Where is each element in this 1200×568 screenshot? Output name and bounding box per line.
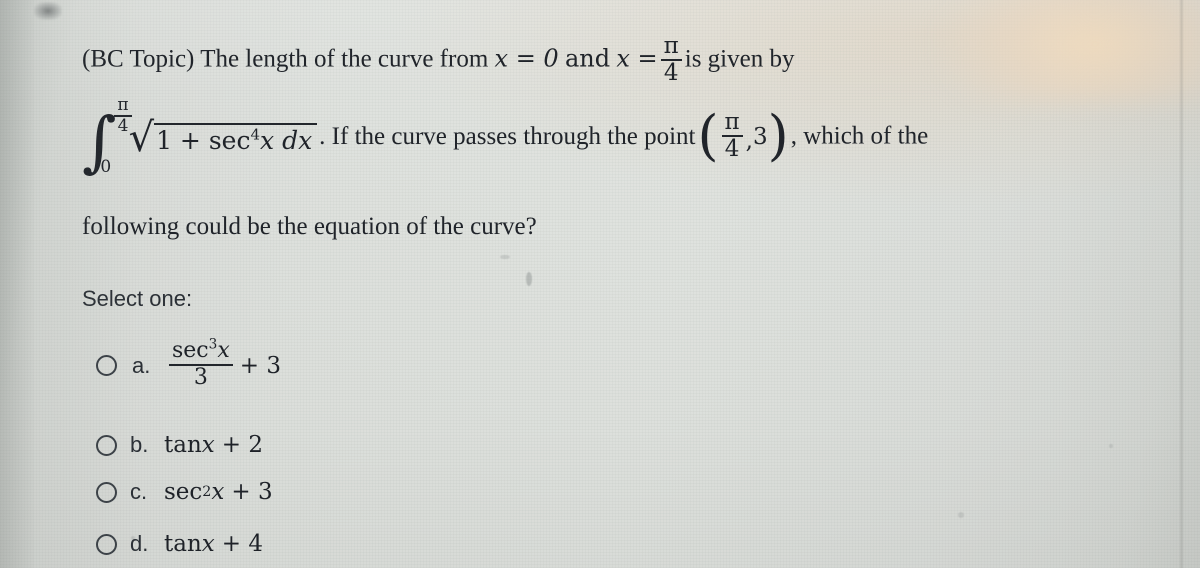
option-d[interactable]: d. tan x + 4 — [96, 531, 263, 557]
definite-integral: ∫ π 4 0 √ 1 + sec4x dx — [82, 97, 318, 180]
radicand: 1 + sec4x dx — [154, 122, 318, 155]
option-b-letter: b. — [130, 432, 149, 457]
option-c-text: sec 2 x + 3 — [164, 479, 273, 505]
question-stem-line-3: following could be the equation of the c… — [82, 213, 537, 240]
close-paren: ) — [767, 104, 789, 168]
option-d-letter: d. — [130, 531, 149, 556]
upper-bound-variable: x = — [616, 44, 658, 73]
option-c-letter: c. — [130, 479, 148, 504]
option-c-variable: x — [211, 479, 225, 505]
stem-text-2-end: , which of the — [790, 122, 929, 150]
point-x-denominator: 4 — [724, 136, 740, 162]
integral-sign: ∫ — [82, 102, 117, 180]
radio-button-b[interactable] — [96, 434, 117, 456]
option-a-num-variable: x — [217, 338, 230, 363]
point-x-fraction: π 4 — [721, 109, 743, 162]
stem-text-1: The length of the curve from — [200, 45, 489, 73]
conjunction-and: and — [564, 44, 611, 73]
option-b-tail: + 2 — [221, 432, 263, 458]
stem-text-1-end: is given by — [684, 45, 795, 73]
upper-limit-numerator: π — [663, 33, 679, 59]
point-separator: , — [745, 127, 753, 154]
option-b[interactable]: b. tan x + 2 — [96, 432, 263, 458]
radical-sign: √ — [128, 114, 155, 161]
option-a-num-exponent: 3 — [208, 336, 218, 353]
option-b-text: tan x + 2 — [164, 432, 263, 458]
open-paren: ( — [697, 104, 719, 168]
option-d-base: tan — [164, 531, 202, 557]
point-x-numerator: π — [724, 109, 740, 135]
upper-limit-fraction: π 4 — [660, 33, 682, 86]
radicand-exponent: 4 — [250, 125, 260, 144]
option-a-numerator: sec3x — [169, 336, 233, 364]
option-a-text: sec3x 3 + 3 — [166, 336, 281, 390]
question-stem-line-2: ∫ π 4 0 √ 1 + sec4x dx . If the curve pa… — [82, 97, 929, 180]
radicand-base: 1 + sec — [156, 125, 251, 155]
select-one-label: Select one: — [82, 286, 193, 311]
option-c-base: sec — [164, 479, 203, 505]
question-content: (BC Topic) The length of the curve from … — [0, 0, 1200, 568]
upper-limit-denominator: 4 — [663, 60, 679, 86]
option-b-variable: x — [201, 432, 215, 458]
differential: dx — [282, 125, 313, 155]
radio-button-d[interactable] — [96, 533, 117, 555]
option-c-tail: + 3 — [231, 479, 273, 505]
stem-text-2: . If the curve passes through the point — [319, 122, 696, 150]
option-b-base: tan — [164, 432, 202, 458]
point-coordinates: ( π 4 , 3 ) — [697, 104, 789, 168]
radio-button-a[interactable] — [96, 355, 117, 376]
option-c[interactable]: c. sec 2 x + 3 — [96, 479, 273, 505]
radio-button-c[interactable] — [96, 481, 117, 503]
option-d-variable: x — [201, 531, 215, 557]
radicand-variable: x — [260, 125, 275, 155]
option-a-num-base: sec — [172, 338, 209, 363]
option-a-fraction: sec3x 3 — [169, 336, 233, 390]
topic-tag: (BC Topic) — [82, 45, 195, 73]
option-a[interactable]: a. sec3x 3 + 3 — [96, 336, 281, 390]
integral-upper-numerator: π — [117, 95, 129, 115]
option-d-tail: + 4 — [221, 531, 263, 557]
square-root: √ 1 + sec4x dx — [128, 114, 318, 161]
option-a-denominator: 3 — [193, 365, 208, 390]
point-y-value: 3 — [752, 123, 768, 150]
integral-lower-limit: 0 — [100, 157, 112, 177]
screenshot-root: (BC Topic) The length of the curve from … — [0, 0, 1200, 568]
option-a-tail: + 3 — [239, 352, 281, 379]
question-stem-line-1: (BC Topic) The length of the curve from … — [82, 33, 795, 86]
lower-bound-equation: x = 0 — [494, 44, 559, 73]
option-d-text: tan x + 4 — [164, 531, 263, 557]
option-a-letter: a. — [132, 352, 151, 378]
